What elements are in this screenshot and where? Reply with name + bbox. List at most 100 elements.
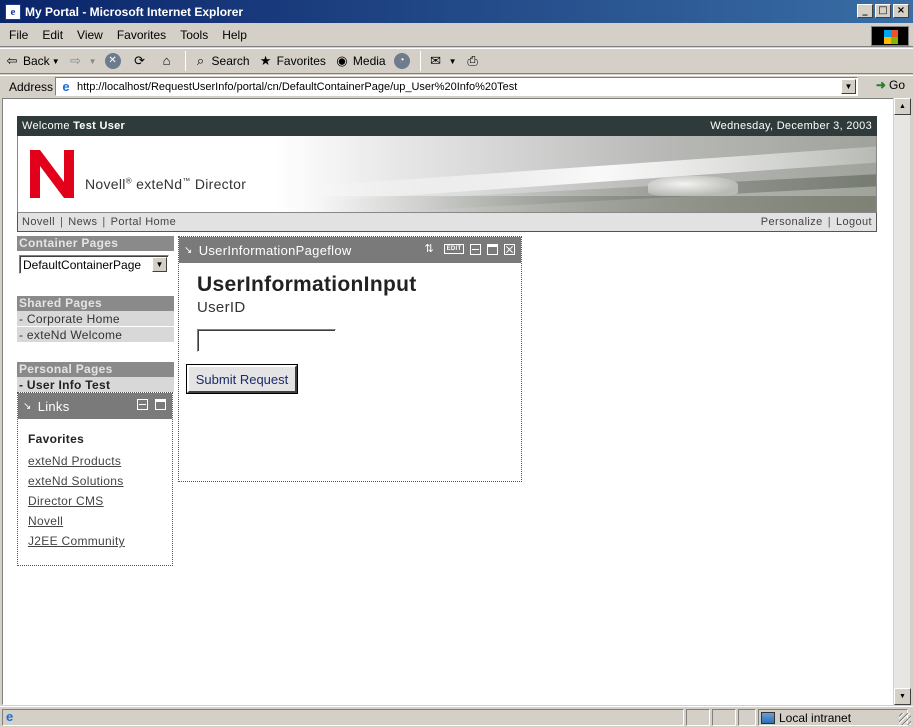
form-title: UserInformationInput <box>197 273 417 296</box>
personal-page-user-info-test[interactable]: - User Info Test <box>17 377 174 393</box>
shared-page-extend-welcome[interactable]: - exteNd Welcome <box>17 327 174 343</box>
refresh-button[interactable]: ⟳ <box>128 50 155 72</box>
shared-page-corporate-home[interactable]: - Corporate Home <box>17 311 174 327</box>
mail-button[interactable]: ✉ ▼ <box>424 50 461 72</box>
address-dropdown-icon[interactable]: ▼ <box>841 79 856 94</box>
ie-page-icon: e <box>5 3 21 20</box>
zone-label: Local intranet <box>779 710 852 725</box>
favorites-label: Favorites <box>276 54 326 68</box>
media-icon: ◉ <box>336 53 348 68</box>
user-info-portlet: ↘ UserInformationPageflow ⇅ EDIT UserInf… <box>178 236 522 482</box>
media-button[interactable]: ◉ Media <box>330 50 390 72</box>
brand-novell: Novell <box>85 176 126 192</box>
media-label: Media <box>352 54 386 68</box>
portal-page: Welcome Test User Wednesday, December 3,… <box>17 116 877 566</box>
minimize-icon[interactable]: _ <box>857 4 873 18</box>
scroll-down-icon[interactable]: ▼ <box>894 688 911 705</box>
links-portlet: ↘ Links Favorites exteNd Products exteNd… <box>17 392 173 566</box>
forward-arrow-icon: ⇨ <box>70 53 82 68</box>
nav-logout[interactable]: Logout <box>836 216 872 228</box>
link-director-cms[interactable]: Director CMS <box>28 491 162 511</box>
address-label: Address <box>9 79 54 94</box>
back-dropdown-icon[interactable]: ▼ <box>52 57 60 66</box>
close-icon[interactable]: × <box>893 4 909 18</box>
user-info-form: UserInformationInput UserID <box>179 263 521 362</box>
resize-grip-icon[interactable] <box>899 713 911 725</box>
userid-input[interactable] <box>197 329 336 352</box>
container-page-selected: DefaultContainerPage <box>23 257 142 272</box>
search-button[interactable]: ⌕ Search <box>189 50 254 72</box>
window-controls: _ □ × <box>857 4 909 18</box>
history-button[interactable]: ◔ <box>390 50 417 72</box>
back-button[interactable]: ⇦ Back ▼ <box>0 50 64 72</box>
home-icon: ⌂ <box>162 53 171 68</box>
chevron-down-icon[interactable]: ▼ <box>152 257 167 272</box>
link-extend-solutions[interactable]: exteNd Solutions <box>28 471 162 491</box>
maximize-icon[interactable]: □ <box>875 4 891 18</box>
favorites-button[interactable]: ★ Favorites <box>254 50 330 72</box>
maximize-portlet-icon[interactable] <box>487 244 498 255</box>
menu-file[interactable]: File <box>0 28 35 42</box>
nav-news[interactable]: News <box>68 216 97 228</box>
link-j2ee-community[interactable]: J2EE Community <box>28 531 162 551</box>
forward-button[interactable]: ⇨ ▼ <box>64 50 101 72</box>
personal-pages-header: Personal Pages <box>17 362 174 377</box>
nav-left: Novell | News | Portal Home <box>22 216 177 228</box>
status-cell <box>738 709 756 726</box>
refresh-icon: ⟳ <box>134 53 145 68</box>
link-novell[interactable]: Novell <box>28 511 162 531</box>
userid-label: UserID <box>197 299 246 316</box>
link-extend-products[interactable]: exteNd Products <box>28 451 162 471</box>
container-page-select[interactable]: DefaultContainerPage ▼ <box>19 255 169 274</box>
menu-tools[interactable]: Tools <box>173 28 215 42</box>
menu-bar: File Edit View Favorites Tools Help <box>0 24 913 47</box>
novell-logo-icon <box>30 150 74 198</box>
forward-dropdown-icon[interactable]: ▼ <box>89 57 97 66</box>
address-url: http://localhost/RequestUserInfo/portal/… <box>77 80 518 93</box>
brand-name: Novell® exteNd™ Director <box>85 176 247 192</box>
minimize-portlet-icon[interactable] <box>137 399 148 410</box>
address-bar: Address e http://localhost/RequestUserIn… <box>0 75 913 97</box>
stop-button[interactable]: ✕ <box>101 50 128 72</box>
menu-help[interactable]: Help <box>215 28 254 42</box>
toolbar-separator <box>184 51 186 71</box>
status-cell <box>686 709 710 726</box>
mail-dropdown-icon[interactable]: ▼ <box>449 57 457 66</box>
left-column: Container Pages DefaultContainerPage ▼ S… <box>17 236 174 566</box>
nav-portal-home[interactable]: Portal Home <box>111 216 177 228</box>
minimize-portlet-icon[interactable] <box>470 244 481 255</box>
search-icon: ⌕ <box>196 53 205 68</box>
toolbar-separator <box>419 51 421 71</box>
menu-edit[interactable]: Edit <box>35 28 70 42</box>
status-bar: e Local intranet <box>0 706 913 727</box>
menu-favorites[interactable]: Favorites <box>110 28 173 42</box>
address-input[interactable]: e http://localhost/RequestUserInfo/porta… <box>55 77 858 96</box>
vertical-scrollbar[interactable]: ▲ ▼ <box>893 98 911 705</box>
close-portlet-icon[interactable] <box>504 244 515 255</box>
print-button[interactable]: ⎙ <box>461 50 488 72</box>
links-portlet-titlebar: ↘ Links <box>18 393 172 419</box>
maximize-portlet-icon[interactable] <box>155 399 166 410</box>
menu-view[interactable]: View <box>70 28 110 42</box>
go-button[interactable]: ➜ Go <box>876 78 905 92</box>
move-updown-icon[interactable]: ⇅ <box>424 244 434 255</box>
favorites-star-icon: ★ <box>259 53 272 68</box>
brand-extend: exteNd <box>136 176 183 192</box>
pin-arrow-icon[interactable]: ↘ <box>23 401 32 412</box>
submit-request-button[interactable]: Submit Request <box>186 364 298 394</box>
stop-icon: ✕ <box>104 53 121 69</box>
nav-personalize[interactable]: Personalize <box>761 216 823 228</box>
nav-novell[interactable]: Novell <box>22 216 55 228</box>
portal-banner: Novell® exteNd™ Director <box>17 136 877 212</box>
edit-icon[interactable]: EDIT <box>444 244 464 254</box>
container-pages-header: Container Pages <box>17 236 174 251</box>
scroll-up-icon[interactable]: ▲ <box>894 98 911 115</box>
brand-director: Director <box>194 176 247 192</box>
links-heading: Favorites <box>28 432 85 446</box>
home-button[interactable]: ⌂ <box>155 50 182 72</box>
window-titlebar: e My Portal - Microsoft Internet Explore… <box>0 0 913 23</box>
toolbar: ⇦ Back ▼ ⇨ ▼ ✕ ⟳ ⌂ ⌕ Search ★ Favorites … <box>0 48 913 74</box>
security-zone: Local intranet <box>758 709 851 726</box>
links-title: Links <box>37 398 70 414</box>
pin-arrow-icon[interactable]: ↘ <box>184 245 193 256</box>
